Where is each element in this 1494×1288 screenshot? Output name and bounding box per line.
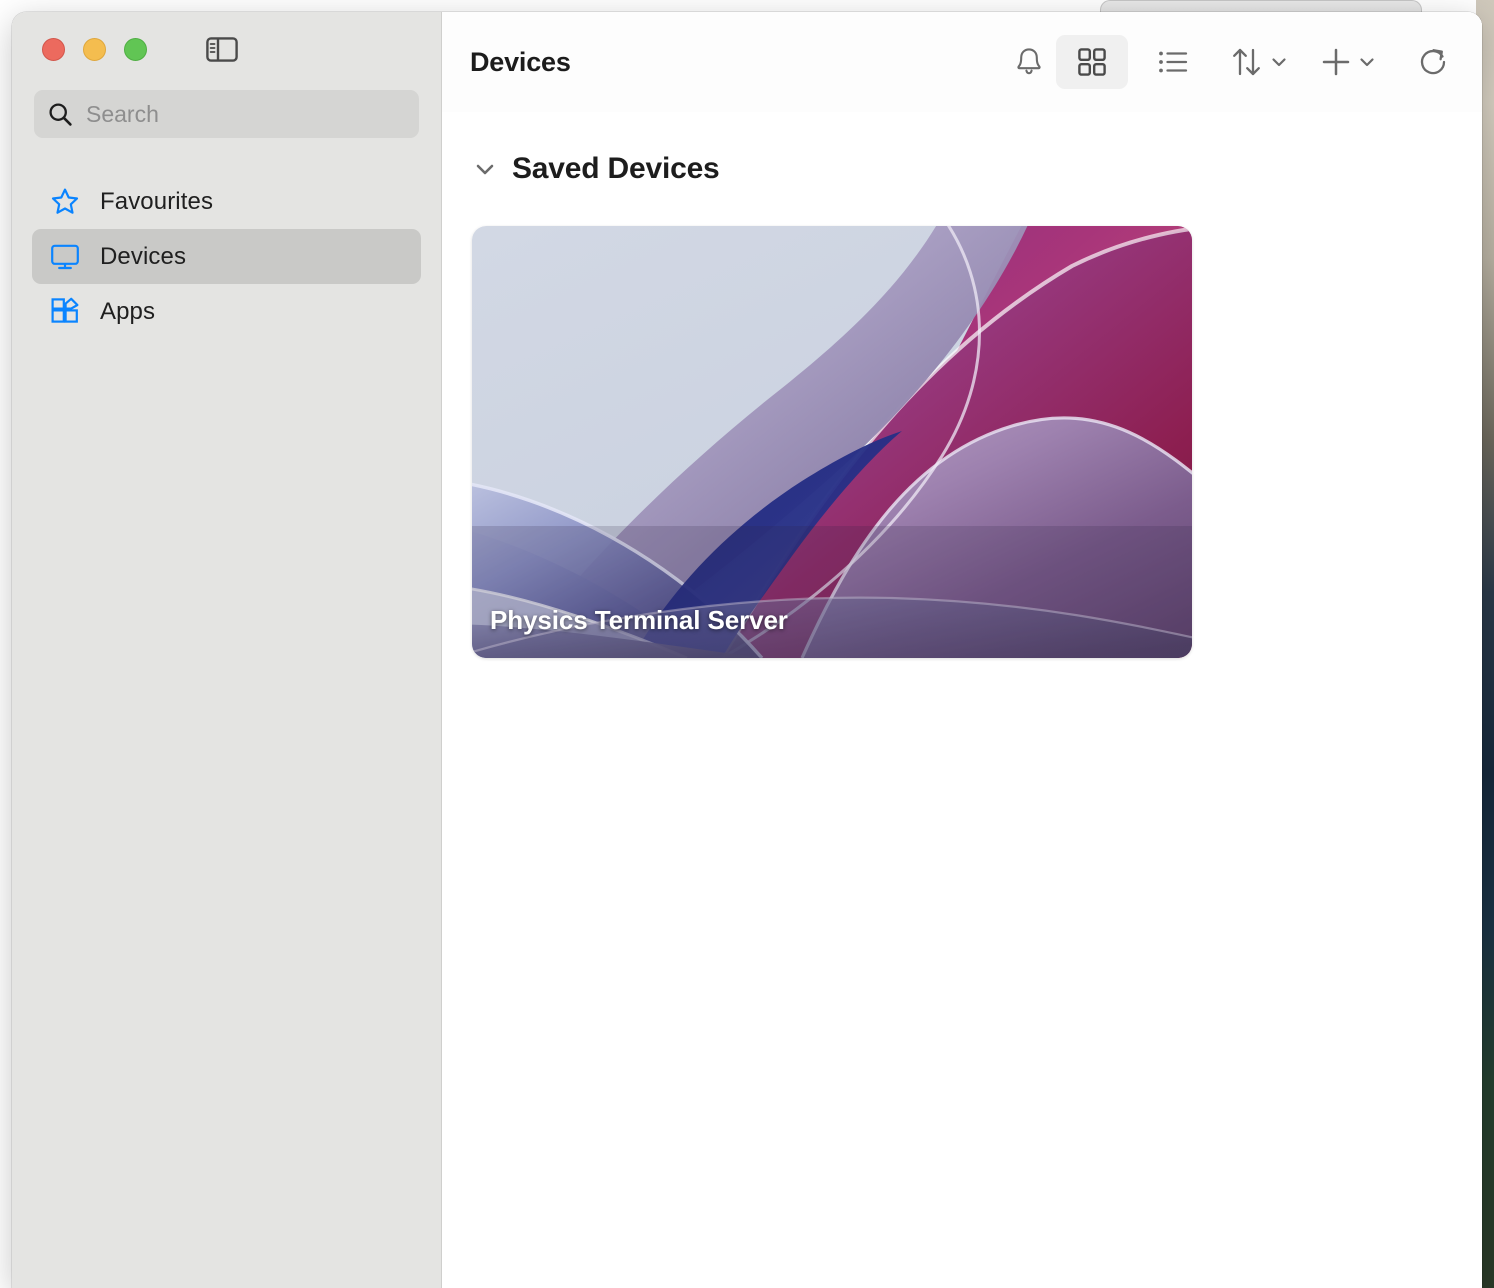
search-field[interactable]	[34, 90, 419, 138]
sidebar-item-label: Devices	[100, 243, 186, 271]
refresh-button[interactable]	[1406, 35, 1460, 89]
sidebar-item-devices[interactable]: Devices	[32, 229, 421, 284]
window-controls	[12, 12, 441, 64]
minimize-button[interactable]	[83, 38, 106, 61]
toolbar: Devices	[442, 12, 1482, 112]
device-card[interactable]: Physics Terminal Server	[472, 226, 1192, 658]
search-icon	[48, 102, 73, 127]
devices-list: Saved Devices	[442, 112, 1482, 1288]
sidebar-item-label: Apps	[100, 298, 155, 326]
chevron-down-icon	[1356, 51, 1378, 73]
monitor-icon	[49, 243, 81, 271]
star-icon	[49, 187, 81, 216]
list-view-icon	[1157, 47, 1189, 77]
grid-view-icon	[1076, 46, 1108, 78]
content-area: Devices	[442, 12, 1482, 1288]
sidebar-toggle-icon	[206, 37, 238, 62]
sidebar-nav: Favourites Devices	[12, 174, 441, 339]
section-header-saved-devices[interactable]: Saved Devices	[442, 152, 1482, 186]
notifications-button[interactable]	[1002, 35, 1056, 89]
sidebar: Favourites Devices	[12, 12, 442, 1288]
sidebar-item-label: Favourites	[100, 188, 213, 216]
toolbar-actions	[1002, 35, 1460, 89]
sort-arrows-icon	[1228, 43, 1266, 81]
app-window: Favourites Devices	[12, 12, 1482, 1288]
refresh-icon	[1416, 45, 1450, 79]
list-view-button[interactable]	[1146, 35, 1200, 89]
grid-view-button[interactable]	[1056, 35, 1128, 89]
add-button[interactable]	[1318, 44, 1378, 80]
screen: Favourites Devices	[0, 0, 1494, 1288]
section-title: Saved Devices	[512, 152, 720, 186]
sort-button[interactable]	[1228, 43, 1290, 81]
close-button[interactable]	[42, 38, 65, 61]
device-card-title: Physics Terminal Server	[490, 605, 788, 636]
apps-grid-icon	[49, 297, 81, 326]
device-thumbnail	[472, 226, 1192, 658]
toggle-sidebar-button[interactable]	[205, 36, 239, 63]
search-input[interactable]	[86, 101, 405, 128]
sidebar-item-apps[interactable]: Apps	[32, 284, 421, 339]
sidebar-item-favourites[interactable]: Favourites	[32, 174, 421, 229]
chevron-down-icon	[1268, 51, 1290, 73]
bell-icon	[1014, 46, 1044, 78]
plus-icon	[1318, 44, 1354, 80]
page-title: Devices	[470, 47, 571, 78]
device-card-grid: Physics Terminal Server	[442, 226, 1482, 658]
maximize-button[interactable]	[124, 38, 147, 61]
chevron-down-icon[interactable]	[472, 156, 498, 182]
